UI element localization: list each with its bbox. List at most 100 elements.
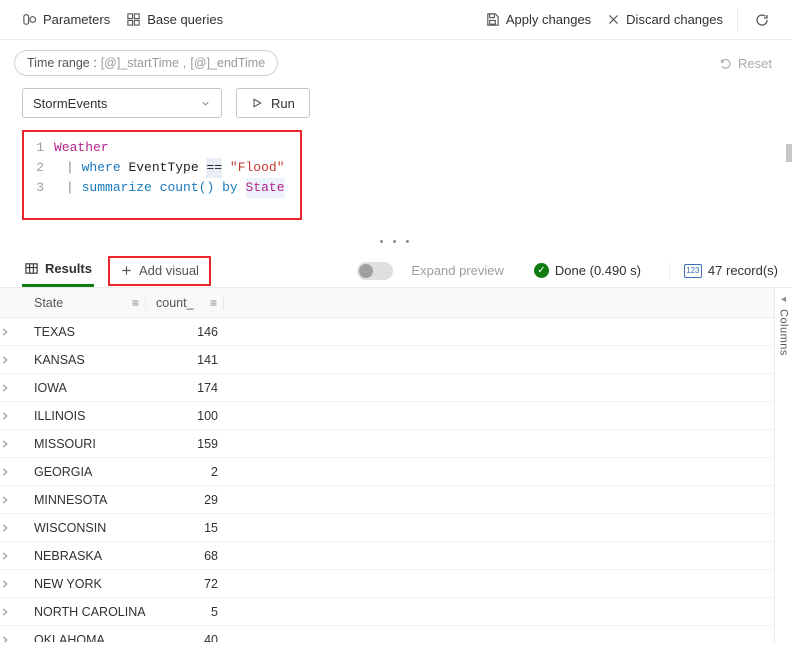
- expand-row-chevron[interactable]: [0, 607, 34, 617]
- table-icon: [24, 261, 39, 276]
- reset-label: Reset: [738, 56, 772, 71]
- token-keyword: where: [82, 158, 121, 178]
- cell-state: IOWA: [34, 381, 146, 395]
- cell-state: WISCONSIN: [34, 521, 146, 535]
- chevron-down-icon: [200, 98, 211, 109]
- base-queries-icon: [126, 12, 141, 27]
- run-label: Run: [271, 96, 295, 111]
- add-visual-button[interactable]: Add visual: [108, 256, 211, 286]
- toggle-knob: [359, 264, 373, 278]
- cell-state: MINNESOTA: [34, 493, 146, 507]
- run-button[interactable]: Run: [236, 88, 310, 118]
- base-queries-label: Base queries: [147, 12, 223, 27]
- base-queries-button[interactable]: Base queries: [118, 8, 231, 31]
- expand-row-chevron[interactable]: [0, 439, 34, 449]
- refresh-button[interactable]: [737, 8, 778, 32]
- cell-count: 159: [146, 437, 224, 451]
- cell-state: NEW YORK: [34, 577, 146, 591]
- datasource-toolbar: StormEvents Run: [0, 82, 792, 128]
- expand-row-chevron[interactable]: [0, 551, 34, 561]
- expand-row-chevron[interactable]: [0, 355, 34, 365]
- status: ✓ Done (0.490 s): [534, 263, 641, 278]
- line-number: 3: [32, 178, 54, 198]
- table-row[interactable]: MISSOURI159: [0, 430, 774, 458]
- top-toolbar: Parameters Base queries Apply changes Di…: [0, 0, 792, 40]
- expand-row-chevron[interactable]: [0, 327, 34, 337]
- expand-preview-toggle[interactable]: [357, 262, 393, 280]
- line-number: 2: [32, 158, 54, 178]
- expand-row-chevron[interactable]: [0, 411, 34, 421]
- columns-flyout-label: Columns: [778, 309, 790, 356]
- cell-count: 40: [146, 633, 224, 643]
- table-row[interactable]: WISCONSIN15: [0, 514, 774, 542]
- table-row[interactable]: NORTH CAROLINA5: [0, 598, 774, 626]
- datasource-select[interactable]: StormEvents: [22, 88, 222, 118]
- expand-row-chevron[interactable]: [0, 383, 34, 393]
- column-header-count[interactable]: count_ ≡: [146, 296, 224, 310]
- datasource-value: StormEvents: [33, 96, 107, 111]
- discard-changes-label: Discard changes: [626, 12, 723, 27]
- table-row[interactable]: OKLAHOMA40: [0, 626, 774, 642]
- timerange-end: [@]_endTime: [190, 56, 265, 70]
- cell-state: NEBRASKA: [34, 549, 146, 563]
- cell-count: 29: [146, 493, 224, 507]
- cell-count: 5: [146, 605, 224, 619]
- splitter-handle[interactable]: • • •: [0, 234, 792, 248]
- cell-state: MISSOURI: [34, 437, 146, 451]
- table-row[interactable]: ILLINOIS100: [0, 402, 774, 430]
- refresh-icon: [754, 12, 770, 28]
- parameters-button[interactable]: Parameters: [14, 8, 118, 31]
- column-header-state[interactable]: State ≡: [34, 296, 146, 310]
- query-editor[interactable]: 1 Weather 2 | where EventType == "Flood"…: [22, 130, 302, 220]
- timerange-pill[interactable]: Time range : [@]_startTime , [@]_endTime: [14, 50, 278, 76]
- cell-state: GEORGIA: [34, 465, 146, 479]
- table-row[interactable]: IOWA174: [0, 374, 774, 402]
- cell-count: 72: [146, 577, 224, 591]
- apply-changes-button[interactable]: Apply changes: [477, 8, 599, 31]
- token-column: State: [246, 178, 285, 198]
- record-icon: 123: [684, 264, 702, 278]
- status-text: Done (0.490 s): [555, 263, 641, 278]
- save-icon: [485, 12, 500, 27]
- timerange-sep: ,: [183, 56, 186, 70]
- chevron-left-icon: ◂: [781, 294, 786, 305]
- cell-count: 68: [146, 549, 224, 563]
- add-visual-label: Add visual: [139, 263, 199, 278]
- expand-row-chevron[interactable]: [0, 467, 34, 477]
- table-body[interactable]: TEXAS146KANSAS141IOWA174ILLINOIS100MISSO…: [0, 318, 774, 642]
- expand-preview-label: Expand preview: [411, 263, 504, 278]
- menu-icon: ≡: [210, 296, 217, 310]
- table-row[interactable]: NEW YORK72: [0, 570, 774, 598]
- expand-row-chevron[interactable]: [0, 495, 34, 505]
- line-number: 1: [32, 138, 54, 158]
- tab-results-label: Results: [45, 261, 92, 276]
- record-count: 123 47 record(s): [669, 263, 778, 278]
- token-pipe: |: [66, 158, 74, 178]
- results-toolbar: Results Add visual Expand preview ✓ Done…: [0, 248, 792, 288]
- cell-count: 15: [146, 521, 224, 535]
- columns-flyout-tab[interactable]: ◂ Columns: [774, 288, 792, 643]
- menu-icon: ≡: [132, 296, 139, 310]
- table-row[interactable]: NEBRASKA68: [0, 542, 774, 570]
- tab-results[interactable]: Results: [22, 255, 94, 287]
- token-keyword: summarize: [82, 178, 152, 198]
- expand-row-chevron[interactable]: [0, 635, 34, 643]
- token-function: count(): [160, 178, 215, 198]
- cell-state: ILLINOIS: [34, 409, 146, 423]
- table-row[interactable]: TEXAS146: [0, 318, 774, 346]
- token-keyword: by: [222, 178, 238, 198]
- parameters-icon: [22, 12, 37, 27]
- table-row[interactable]: GEORGIA2: [0, 458, 774, 486]
- reset-button[interactable]: Reset: [712, 52, 778, 75]
- discard-changes-button[interactable]: Discard changes: [599, 8, 731, 31]
- cell-count: 100: [146, 409, 224, 423]
- close-icon: [607, 13, 620, 26]
- cell-state: KANSAS: [34, 353, 146, 367]
- expand-row-chevron[interactable]: [0, 523, 34, 533]
- token-string: "Flood": [230, 158, 285, 178]
- apply-changes-label: Apply changes: [506, 12, 591, 27]
- token-identifier: EventType: [128, 158, 198, 178]
- table-row[interactable]: KANSAS141: [0, 346, 774, 374]
- table-row[interactable]: MINNESOTA29: [0, 486, 774, 514]
- expand-row-chevron[interactable]: [0, 579, 34, 589]
